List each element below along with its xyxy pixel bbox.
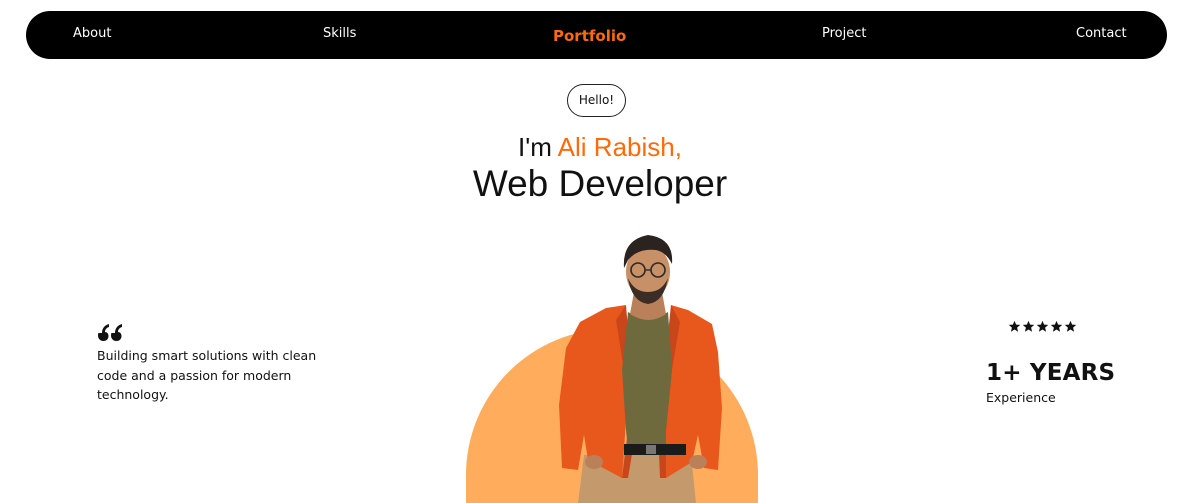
nav-link-about[interactable]: About — [73, 11, 111, 59]
star-icon — [1064, 320, 1077, 332]
brand-logo[interactable]: Portfolio — [553, 11, 626, 59]
nav-link-project[interactable]: Project — [822, 11, 866, 59]
top-navbar: About Skills Portfolio Project Contact — [26, 11, 1167, 59]
nav-link-contact[interactable]: Contact — [1076, 11, 1127, 59]
shirt — [622, 312, 672, 452]
quote-icon — [98, 324, 122, 341]
nav-link-skills[interactable]: Skills — [323, 11, 356, 59]
intro-heading: I'm Ali Rabish, — [0, 129, 1200, 165]
intro-prefix: I'm — [518, 132, 558, 162]
role-title: Web Developer — [472, 163, 728, 204]
star-icon — [1022, 320, 1035, 332]
star-icon — [1050, 320, 1063, 332]
star-icon — [1008, 320, 1021, 332]
jacket-left — [559, 305, 626, 478]
star-icon — [1036, 320, 1049, 332]
experience-label: Experience — [986, 390, 1056, 405]
hello-badge: Hello! — [567, 84, 626, 117]
rating-stars — [1008, 320, 1077, 336]
profile-portrait — [466, 235, 758, 503]
tagline-text: Building smart solutions with clean code… — [97, 348, 317, 402]
developer-name: Ali Rabish, — [557, 132, 682, 162]
experience-years: 1+ YEARS — [986, 360, 1116, 386]
